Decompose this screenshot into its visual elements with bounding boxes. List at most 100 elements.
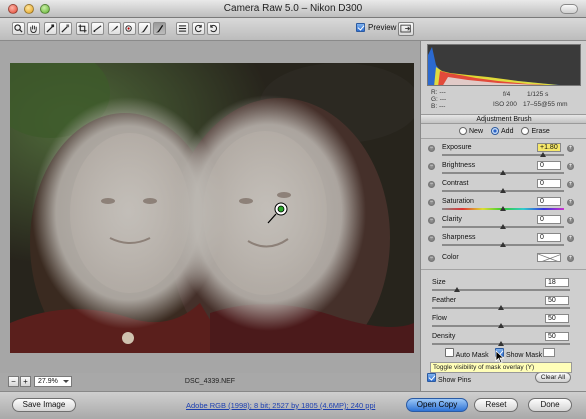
saturation-field[interactable]: 0 (537, 197, 561, 206)
exposure-row: − Exposure +1.80 + (421, 142, 586, 160)
mode-new-radio[interactable] (459, 127, 467, 135)
size-row: Size 18 (421, 278, 586, 297)
window-title: Camera Raw 5.0 – Nikon D300 (223, 3, 363, 14)
b-value: --- (438, 103, 446, 110)
contrast-slider-thumb[interactable] (500, 188, 506, 193)
mask-color-swatch[interactable] (543, 348, 555, 357)
mode-new-label: New (469, 127, 484, 135)
crop-tool-icon[interactable] (76, 22, 89, 35)
clarity-plus-button[interactable]: + (567, 217, 574, 224)
hand-tool-icon[interactable] (27, 22, 40, 35)
lens-value: 17–55@55 mm (523, 101, 568, 108)
exposure-field[interactable]: +1.80 (537, 143, 561, 152)
spot-removal-tool-icon[interactable] (108, 22, 121, 35)
mouse-cursor-icon (495, 350, 505, 364)
brightness-plus-button[interactable]: + (567, 163, 574, 170)
color-minus-button[interactable]: − (428, 255, 435, 262)
clarity-minus-button[interactable]: − (428, 217, 435, 224)
color-plus-button[interactable]: + (567, 255, 574, 262)
saturation-slider-thumb[interactable] (500, 206, 506, 211)
flow-slider-thumb[interactable] (498, 323, 504, 328)
feather-slider-thumb[interactable] (498, 305, 504, 310)
feather-label: Feather (432, 297, 457, 304)
clarity-field[interactable]: 0 (537, 215, 561, 224)
auto-mask-toggle[interactable]: Auto Mask (445, 348, 489, 359)
adjustment-brush-tool-icon[interactable] (153, 22, 166, 35)
contrast-plus-button[interactable]: + (567, 181, 574, 188)
mode-add-radio[interactable] (491, 127, 500, 135)
density-label: Density (432, 333, 456, 340)
density-slider-thumb[interactable] (498, 341, 504, 346)
sharpness-row: − Sharpness 0 + (421, 232, 586, 250)
sharpness-field[interactable]: 0 (537, 233, 561, 242)
density-field[interactable]: 50 (545, 332, 569, 341)
zoom-tool-icon[interactable] (12, 22, 25, 35)
reset-button[interactable]: Reset (474, 398, 518, 412)
rotate-cw-icon[interactable] (207, 22, 220, 35)
auto-mask-checkbox[interactable] (445, 348, 454, 357)
mode-erase[interactable]: Erase (521, 127, 550, 135)
clarity-slider-thumb[interactable] (500, 224, 506, 229)
sharpness-plus-button[interactable]: + (567, 235, 574, 242)
histogram (427, 44, 581, 86)
exposure-label: Exposure (442, 144, 472, 151)
brightness-field[interactable]: 0 (537, 161, 561, 170)
graduated-filter-tool-icon[interactable] (176, 22, 189, 35)
color-swatch[interactable] (537, 253, 561, 262)
show-pins-toggle[interactable]: Show Pins (427, 373, 471, 384)
mode-erase-label: Erase (531, 127, 550, 135)
contrast-minus-button[interactable]: − (428, 181, 435, 188)
contrast-field[interactable]: 0 (537, 179, 561, 188)
fullscreen-toggle-icon[interactable] (398, 22, 414, 36)
photo-preview[interactable] (10, 63, 414, 353)
r-label: R: (431, 89, 438, 96)
show-pins-label: Show Pins (437, 377, 472, 384)
preferences-icon[interactable] (192, 22, 205, 35)
saturation-minus-button[interactable]: − (428, 199, 435, 206)
red-eye-tool-icon[interactable] (123, 22, 136, 35)
brush-mode-group: New Add Erase (459, 127, 550, 135)
size-field[interactable]: 18 (545, 278, 569, 287)
workflow-options-link[interactable]: Adobe RGB (1998); 8 bit; 2527 by 1805 (4… (186, 401, 375, 410)
saturation-row: − Saturation 0 + (421, 196, 586, 214)
contrast-row: − Contrast 0 + (421, 178, 586, 196)
exposure-plus-button[interactable]: + (567, 145, 574, 152)
exposure-slider-thumb[interactable] (540, 152, 547, 157)
sharpness-minus-button[interactable]: − (428, 235, 435, 242)
g-label: G: (431, 96, 438, 103)
exposure-minus-button[interactable]: − (428, 145, 435, 152)
done-button[interactable]: Done (528, 398, 572, 412)
g-value: --- (439, 96, 447, 103)
contrast-label: Contrast (442, 180, 469, 187)
toolbar-toggle-button[interactable] (560, 4, 578, 14)
flow-row: Flow 50 (421, 314, 586, 333)
sharpness-slider-thumb[interactable] (500, 242, 506, 247)
clear-all-button[interactable]: Clear All (535, 372, 571, 383)
brightness-minus-button[interactable]: − (428, 163, 435, 170)
size-slider-track[interactable] (432, 289, 570, 291)
saturation-plus-button[interactable]: + (567, 199, 574, 206)
image-canvas-area[interactable] (0, 41, 420, 373)
open-copy-button[interactable]: Open Copy (406, 398, 468, 412)
feather-field[interactable]: 50 (545, 296, 569, 305)
flow-field[interactable]: 50 (545, 314, 569, 323)
color-sampler-tool-icon[interactable] (59, 22, 72, 35)
color-row: − Color + (421, 252, 586, 270)
adjustment-brush-tool-icon-2[interactable] (138, 22, 151, 35)
shutter-value: 1/125 s (527, 91, 549, 98)
show-mask-label: Show Mask (505, 352, 543, 359)
mode-erase-radio[interactable] (521, 127, 530, 135)
preview-toggle[interactable]: Preview (356, 23, 396, 32)
save-image-button[interactable]: Save Image (12, 398, 76, 412)
white-balance-tool-icon[interactable] (44, 22, 57, 35)
brightness-slider-thumb[interactable] (500, 170, 506, 175)
mode-add[interactable]: Add (491, 127, 513, 135)
show-pins-checkbox[interactable] (427, 373, 436, 382)
preview-checkbox[interactable] (356, 23, 365, 32)
b-label: B: (431, 103, 438, 110)
filename-label: DSC_4339.NEF (184, 378, 236, 385)
straighten-tool-icon[interactable] (91, 22, 104, 35)
mode-new[interactable]: New (459, 127, 483, 135)
size-slider-thumb[interactable] (453, 287, 460, 292)
divider (421, 138, 586, 139)
